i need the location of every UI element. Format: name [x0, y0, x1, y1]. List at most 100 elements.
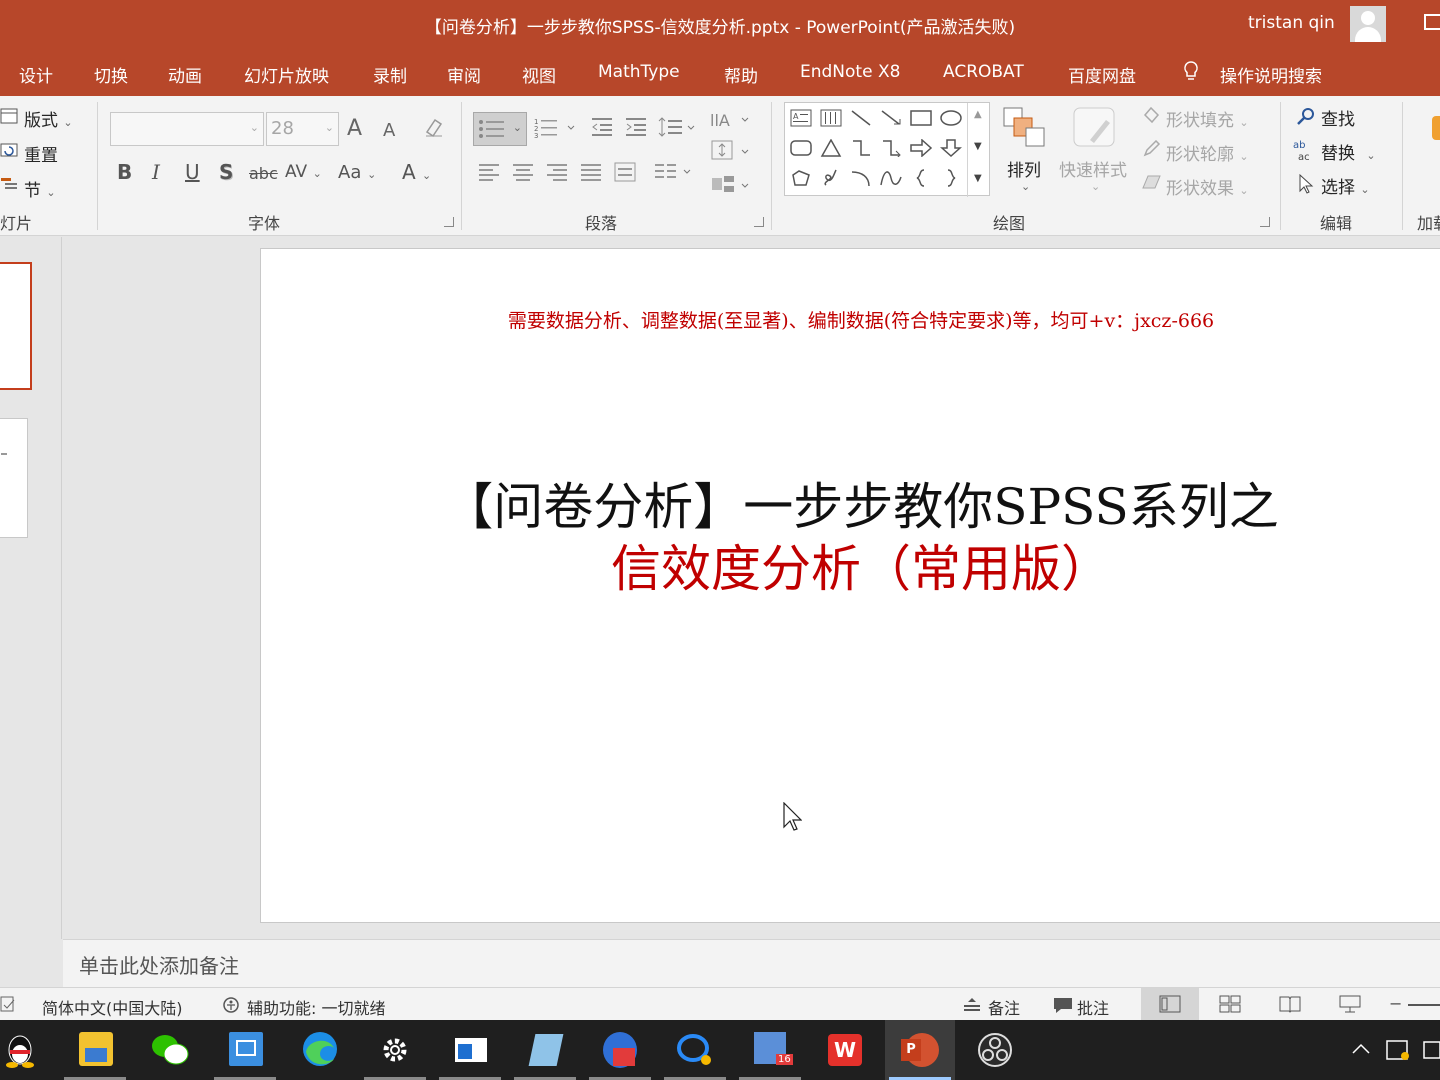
layout-button[interactable]: 版式 ⌄ — [24, 106, 73, 131]
network-icon[interactable] — [1420, 1038, 1440, 1062]
avatar[interactable] — [1350, 6, 1386, 42]
tab-slideshow[interactable]: 幻灯片放映 — [244, 62, 329, 87]
text-box-icon[interactable]: A — [790, 109, 812, 127]
elbow-connector-icon[interactable] — [850, 139, 872, 157]
font-name-combo[interactable]: ⌄ — [110, 112, 264, 146]
qq-icon[interactable] — [0, 1020, 40, 1080]
change-case-button[interactable]: Aa ⌄ — [338, 162, 376, 183]
paragraph-dialog-launcher[interactable] — [754, 217, 764, 227]
notepad-icon[interactable] — [510, 1020, 580, 1080]
tab-help[interactable]: 帮助 — [724, 62, 758, 87]
curve-icon[interactable] — [880, 169, 902, 187]
slide-thumbnail-2[interactable] — [0, 418, 28, 538]
notes-toggle-button[interactable]: 备注 — [988, 995, 1020, 1019]
rectangle-icon[interactable] — [910, 109, 932, 127]
text-direction-icon[interactable]: llA — [710, 106, 752, 130]
freeform-icon[interactable] — [790, 169, 812, 187]
strikethrough-button[interactable]: abc — [249, 164, 278, 183]
quick-styles-button[interactable]: 快速样式 — [1059, 156, 1127, 181]
line-spacing-icon[interactable] — [658, 116, 700, 138]
align-center-icon[interactable] — [512, 162, 534, 182]
oval-icon[interactable] — [940, 109, 962, 127]
shapes-gallery[interactable]: A ▲ ▼ ▼ — [784, 102, 990, 197]
clear-formatting-icon[interactable] — [423, 116, 445, 138]
grid-app-icon[interactable]: 16 — [735, 1020, 805, 1080]
decrease-indent-icon[interactable] — [590, 116, 614, 138]
numbering-icon[interactable]: 123 — [534, 116, 578, 140]
powerpoint-icon[interactable]: P — [885, 1020, 955, 1080]
arc-icon[interactable] — [850, 169, 872, 187]
bullets-button[interactable]: ⌄ — [473, 112, 527, 146]
normal-view-button[interactable] — [1141, 988, 1199, 1021]
tab-endnote[interactable]: EndNote X8 — [800, 62, 900, 82]
elbow-arrow-icon[interactable] — [880, 139, 902, 157]
chevron-up-icon[interactable] — [1351, 1042, 1371, 1056]
font-size-combo[interactable]: 28 ⌄ — [266, 112, 339, 146]
rounded-rectangle-icon[interactable] — [790, 139, 812, 157]
slide-note-text[interactable]: 需要数据分析、调整数据(至显著)、编制数据(符合特定要求)等，均可+v：jxcz… — [261, 306, 1440, 333]
calendar-app-icon[interactable] — [585, 1020, 655, 1080]
line-icon[interactable] — [850, 109, 872, 127]
edge-icon[interactable] — [285, 1020, 355, 1080]
character-spacing-button[interactable]: AV ⌄ — [285, 162, 322, 182]
align-text-icon[interactable] — [710, 138, 752, 162]
tab-acrobat[interactable]: ACROBAT — [943, 62, 1024, 82]
tab-animations[interactable]: 动画 — [168, 62, 202, 87]
align-right-icon[interactable] — [546, 162, 568, 182]
tab-transitions[interactable]: 切换 — [94, 62, 128, 87]
shape-fill-button[interactable]: 形状填充 ⌄ — [1166, 106, 1249, 131]
columns-icon[interactable] — [654, 162, 696, 182]
scroll-down-icon[interactable]: ▼ — [974, 141, 982, 152]
align-left-icon[interactable] — [478, 162, 500, 182]
notes-pane[interactable]: 单击此处添加备注 — [63, 939, 1440, 987]
left-brace-icon[interactable] — [910, 169, 932, 187]
tab-view[interactable]: 视图 — [522, 62, 556, 87]
increase-indent-icon[interactable] — [624, 116, 648, 138]
tab-mathtype[interactable]: MathType — [598, 62, 680, 82]
text-shadow-button[interactable]: S — [219, 160, 233, 184]
app-icon[interactable] — [210, 1020, 280, 1080]
notes-placeholder[interactable]: 单击此处添加备注 — [79, 950, 239, 979]
convert-to-smartart-icon[interactable] — [710, 172, 752, 196]
reset-button[interactable]: 重置 — [24, 141, 58, 166]
distributed-icon[interactable] — [614, 162, 636, 182]
right-arrow-icon[interactable] — [910, 139, 932, 157]
shape-outline-button[interactable]: 形状轮廓 ⌄ — [1166, 140, 1249, 165]
italic-button[interactable]: I — [152, 160, 160, 184]
vertical-text-box-icon[interactable] — [820, 109, 842, 127]
scribble-icon[interactable] — [820, 169, 842, 187]
obs-icon[interactable] — [960, 1020, 1030, 1080]
find-button[interactable]: 查找 — [1321, 105, 1355, 130]
down-arrow-icon[interactable] — [940, 139, 962, 157]
grow-font-button[interactable]: A — [347, 116, 362, 141]
arrow-line-icon[interactable] — [880, 109, 902, 127]
slide-sorter-view-button[interactable] — [1201, 988, 1259, 1021]
arrange-button[interactable]: 排列 — [1007, 156, 1041, 181]
window-app-icon[interactable] — [435, 1020, 505, 1080]
user-name[interactable]: tristan qin — [1248, 13, 1335, 33]
zoom-slider[interactable] — [1408, 1004, 1440, 1006]
tab-baidu-netdisk[interactable]: 百度网盘 — [1068, 62, 1136, 87]
wps-icon[interactable]: W — [810, 1020, 880, 1080]
slide-title-line-2[interactable]: 信效度分析（常用版） — [261, 529, 1440, 601]
font-dialog-launcher[interactable] — [444, 217, 454, 227]
gallery-scroll[interactable]: ▲ ▼ ▼ — [967, 103, 989, 197]
font-color-button[interactable]: A ⌄ — [402, 160, 431, 184]
gallery-more-icon[interactable]: ▼ — [974, 173, 982, 184]
triangle-icon[interactable] — [820, 139, 842, 157]
shape-effects-button[interactable]: 形状效果 ⌄ — [1166, 174, 1249, 199]
section-button[interactable]: 节 ⌄ — [24, 176, 56, 201]
bold-button[interactable]: B — [117, 160, 132, 184]
justify-icon[interactable] — [580, 162, 602, 182]
spell-check-icon[interactable] — [0, 996, 16, 1012]
scroll-up-icon[interactable]: ▲ — [974, 109, 982, 120]
tab-review[interactable]: 审阅 — [447, 62, 481, 87]
accessibility-status[interactable]: 辅助功能: 一切就绪 — [247, 995, 385, 1019]
replace-button[interactable]: 替换 ⌄ — [1321, 139, 1376, 164]
comments-button[interactable]: 批注 — [1077, 995, 1109, 1019]
underline-button[interactable]: U — [185, 160, 200, 184]
zoom-out-icon[interactable]: − — [1389, 994, 1402, 1013]
shrink-font-button[interactable]: A — [383, 120, 395, 141]
tab-design[interactable]: 设计 — [19, 62, 53, 87]
restore-window-button[interactable] — [1424, 14, 1440, 30]
